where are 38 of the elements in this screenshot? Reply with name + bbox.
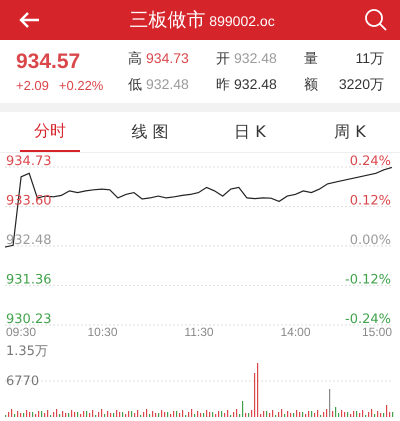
stat-value: 934.73 (146, 50, 189, 68)
search-icon[interactable] (364, 8, 388, 32)
back-arrow-icon[interactable] (18, 11, 40, 29)
time-axis-label: 15:00 (362, 325, 392, 339)
stat-value: 932.48 (234, 76, 277, 94)
price-change: +2.09 (16, 78, 49, 93)
time-axis-label: 09:30 (6, 325, 36, 339)
time-axis-label: 14:00 (280, 325, 311, 339)
current-price: 934.57 (16, 50, 82, 74)
stock-code: 899002.oc (209, 13, 275, 29)
stat-label: 低 (128, 76, 142, 94)
price-axis-label: 934.73 (6, 154, 52, 169)
price-axis-label: 930.23 (6, 312, 52, 327)
percent-axis-label: 0.12% (350, 194, 391, 209)
percent-axis-label: -0.12% (345, 272, 391, 288)
stat-value: 932.48 (146, 76, 189, 94)
stat-label: 开 (216, 50, 230, 68)
stat-label: 高 (128, 50, 142, 68)
chart-tab[interactable]: 周 K (300, 112, 400, 152)
time-axis-label: 11:30 (184, 325, 214, 339)
percent-axis-label: -0.24% (345, 312, 391, 327)
stat-value: 932.48 (234, 50, 277, 68)
stat-value: 11万 (355, 50, 384, 68)
time-axis-label: 10:30 (87, 325, 118, 339)
page-title: 三板做市 (129, 8, 206, 33)
price-axis-label: 931.36 (6, 272, 52, 288)
stat-value: 3220万 (338, 76, 384, 94)
stat-label: 量 (304, 50, 318, 68)
stat-label: 昨 (216, 76, 230, 94)
percent-axis-label: 0.24% (350, 154, 391, 169)
chart-tab[interactable]: 日 K (200, 112, 300, 152)
volume-axis-label: 6770 (6, 374, 40, 389)
chart-tab[interactable]: 分时 (20, 112, 80, 152)
percent-change: +0.22% (58, 78, 104, 93)
volume-axis-label: 1.35万 (6, 344, 48, 359)
percent-axis-label: 0.00% (350, 233, 391, 248)
stat-label: 额 (304, 76, 318, 94)
chart-tab[interactable]: 线 图 (100, 112, 200, 152)
